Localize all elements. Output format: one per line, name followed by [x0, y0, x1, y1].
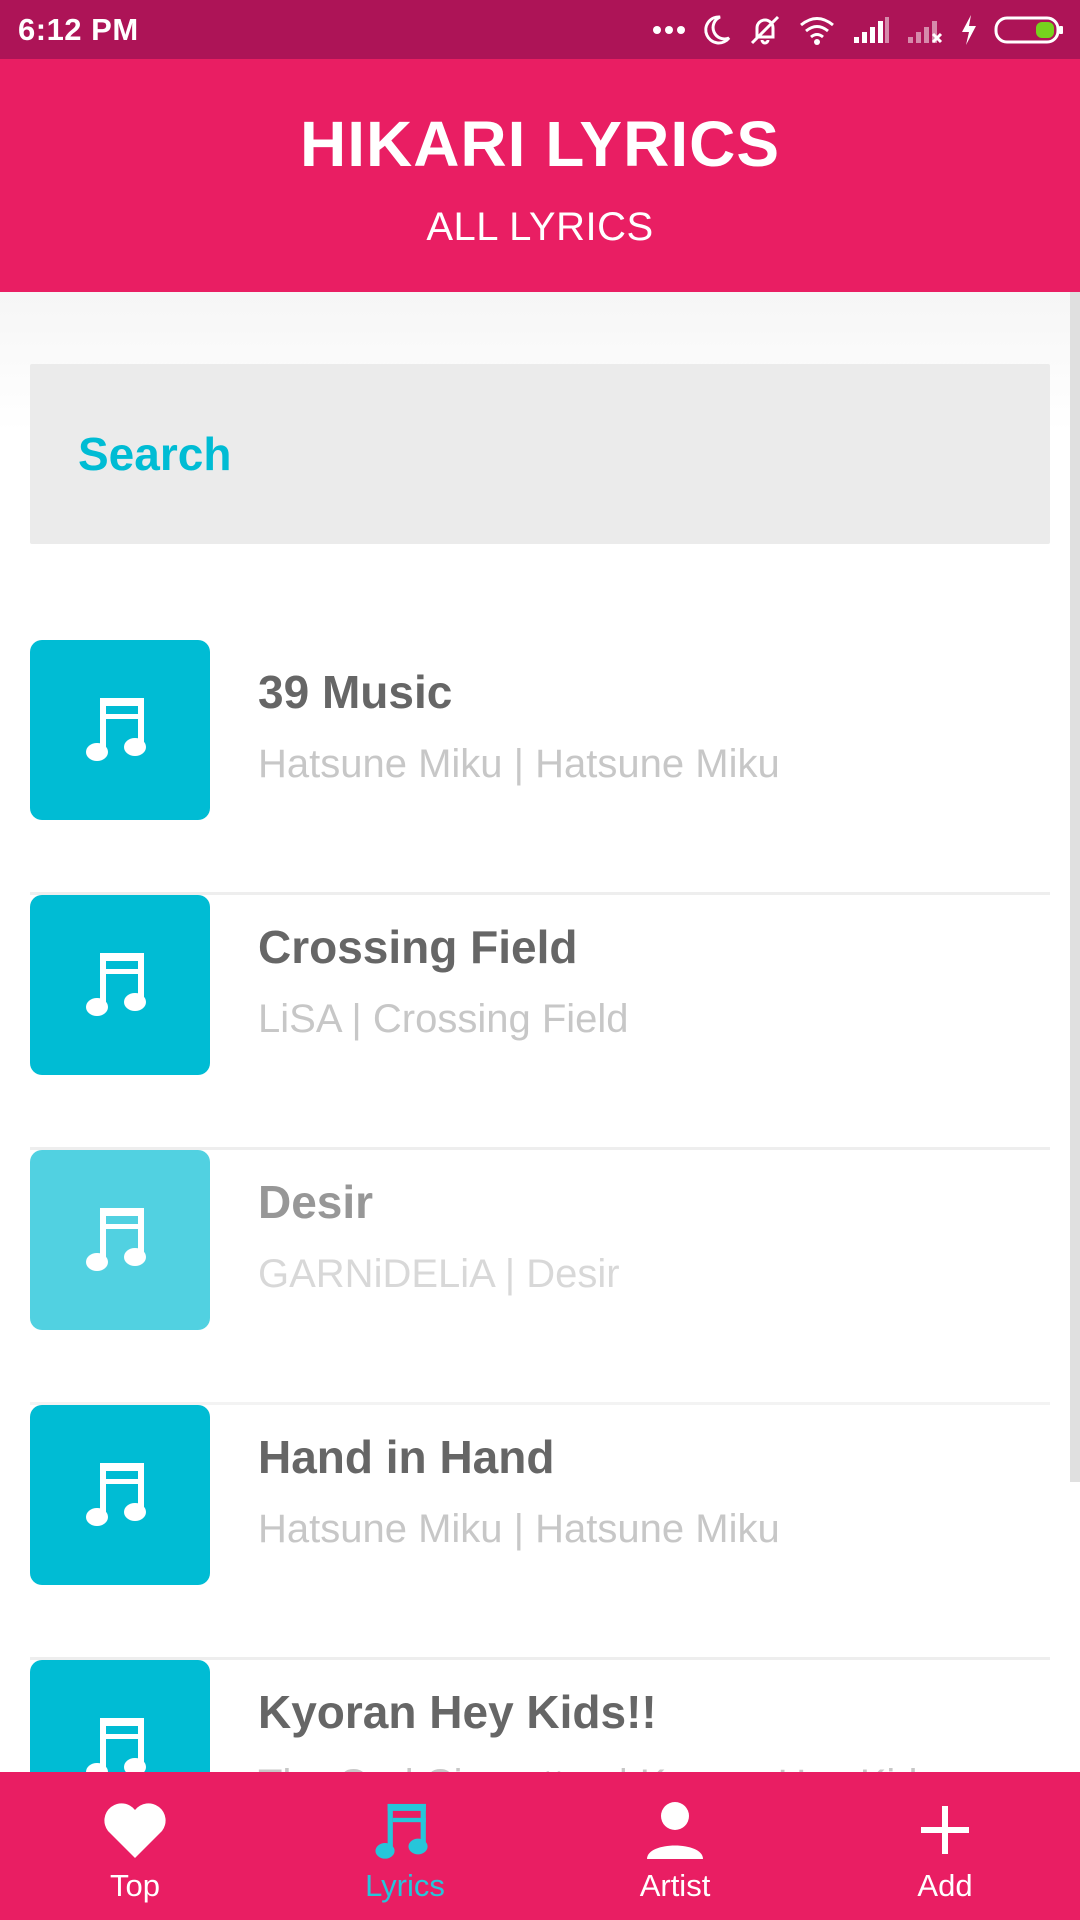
scrollbar[interactable] — [1070, 292, 1080, 1482]
battery-icon — [994, 15, 1064, 45]
search-label: Search — [78, 428, 232, 480]
song-title: Crossing Field — [258, 921, 578, 973]
list-item[interactable]: Hand in Hand Hatsune Miku | Hatsune Miku — [30, 1405, 1050, 1660]
nav-label: Add — [917, 1868, 973, 1903]
song-thumbnail — [30, 640, 210, 820]
music-note-icon — [82, 1200, 158, 1281]
song-artist: GARNiDELiA | Desir — [258, 1252, 620, 1296]
person-icon — [637, 1792, 713, 1868]
app-header: HIKARI LYRICS ALL LYRICS — [0, 59, 1080, 292]
wifi-icon — [798, 15, 836, 45]
no-signal-icon — [906, 15, 944, 45]
nav-label: Artist — [639, 1868, 711, 1903]
search-input[interactable]: Search — [30, 364, 1050, 544]
heart-icon — [97, 1792, 173, 1868]
music-note-icon — [82, 690, 158, 771]
signal-icon — [852, 15, 890, 45]
music-note-icon — [367, 1792, 443, 1868]
list-item[interactable]: 39 Music Hatsune Miku | Hatsune Miku — [30, 640, 1050, 895]
status-bar: 6:12 PM — [0, 0, 1080, 59]
list-item[interactable]: Kyoran Hey Kids!! The Oral Cigarettes | … — [30, 1660, 1050, 1772]
song-thumbnail — [30, 1660, 210, 1772]
bottom-navigation: Top Lyrics Artist Add — [0, 1772, 1080, 1920]
nav-add[interactable]: Add — [810, 1772, 1080, 1920]
muted-bell-icon — [748, 13, 782, 47]
lyrics-list-area[interactable]: Search 39 Music Hatsune Miku | Hatsune M… — [0, 292, 1080, 1772]
list-item[interactable]: Desir GARNiDELiA | Desir — [30, 1150, 1050, 1405]
music-note-icon — [82, 1455, 158, 1536]
status-icons — [652, 13, 1064, 47]
plus-icon — [907, 1792, 983, 1868]
song-list: 39 Music Hatsune Miku | Hatsune Miku Cro… — [30, 640, 1050, 1772]
nav-label: Lyrics — [365, 1868, 445, 1903]
music-note-icon — [82, 1710, 158, 1772]
screen: 6:12 PM HIKARI LYRICS ALL LYRICS Search … — [0, 0, 1080, 1920]
song-title: Desir — [258, 1176, 374, 1228]
status-time: 6:12 PM — [18, 11, 139, 47]
song-thumbnail — [30, 1405, 210, 1585]
nav-label: Top — [110, 1868, 160, 1903]
page-subtitle: ALL LYRICS — [426, 205, 654, 249]
charging-icon — [960, 14, 978, 46]
nav-artist[interactable]: Artist — [540, 1772, 810, 1920]
song-artist: Hatsune Miku | Hatsune Miku — [258, 742, 780, 786]
music-note-icon — [82, 945, 158, 1026]
song-artist: LiSA | Crossing Field — [258, 997, 629, 1041]
song-thumbnail — [30, 895, 210, 1075]
more-dots-icon — [652, 24, 686, 36]
nav-lyrics[interactable]: Lyrics — [270, 1772, 540, 1920]
song-artist: Hatsune Miku | Hatsune Miku — [258, 1507, 780, 1551]
nav-top[interactable]: Top — [0, 1772, 270, 1920]
song-thumbnail — [30, 1150, 210, 1330]
song-title: Hand in Hand — [258, 1431, 555, 1483]
moon-icon — [702, 14, 732, 46]
list-item[interactable]: Crossing Field LiSA | Crossing Field — [30, 895, 1050, 1150]
song-title: Kyoran Hey Kids!! — [258, 1686, 657, 1738]
song-artist: The Oral Cigarettes | Kyoran Hey Kids — [258, 1762, 938, 1772]
song-title: 39 Music — [258, 666, 453, 718]
app-title: HIKARI LYRICS — [299, 108, 781, 180]
